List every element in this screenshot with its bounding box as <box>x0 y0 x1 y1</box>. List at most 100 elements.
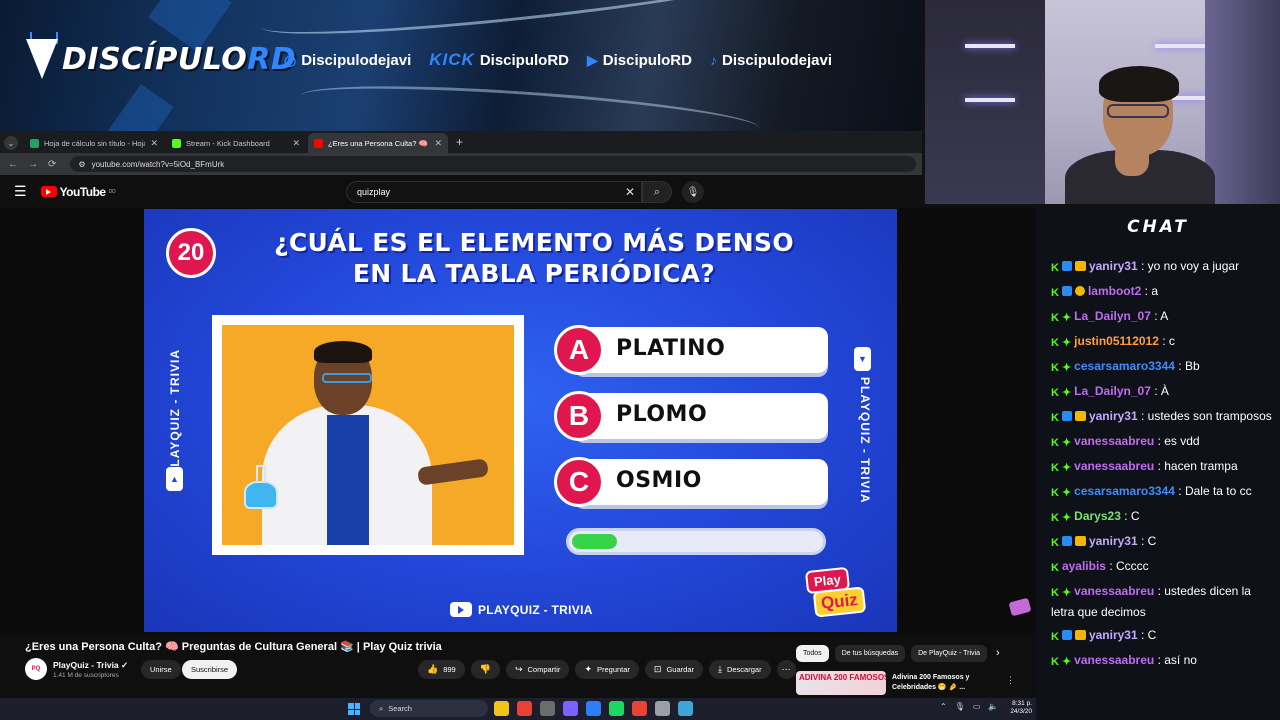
webcam-feed <box>922 0 1280 207</box>
voice-search-icon[interactable]: 🎙 <box>682 181 704 203</box>
video-player[interactable]: 20 ¿CUÁL ES EL ELEMENTO MÁS DENSO EN LA … <box>144 209 897 632</box>
chat-message: K ✦ vanessaabreu : ustedes dicen la letra … <box>1051 584 1251 619</box>
question-line-2: EN LA TABLA PERIÓDICA? <box>352 259 716 288</box>
back-icon[interactable]: ← <box>8 159 18 170</box>
save-button[interactable]: ⊡ Guardar <box>644 660 703 679</box>
chat-username[interactable]: ayalibis <box>1062 559 1106 573</box>
chat-username[interactable]: La_Dailyn_07 <box>1074 309 1151 323</box>
screen: DISCÍPULORD ◎ Discipulodejavi KICK Discipul… <box>0 0 1280 720</box>
chat-username[interactable]: yaniry31 <box>1089 259 1138 273</box>
channel-avatar[interactable]: PQ <box>25 658 47 680</box>
answer-text: PLOMO <box>616 402 708 427</box>
video-info: ¿Eres una Persona Culta? 🧠 Preguntas de … <box>0 633 1036 698</box>
chevron-right-icon[interactable]: › <box>996 647 1000 659</box>
social-link[interactable]: ▶ DiscipuloRD <box>587 52 692 69</box>
chat-username[interactable]: vanessaabreu <box>1074 653 1154 667</box>
clear-search-icon[interactable]: ✕ <box>625 185 635 199</box>
kick-badge-icon: K <box>1051 412 1059 424</box>
subscribe-button[interactable]: Suscribirse <box>182 660 238 679</box>
answer-letter: B <box>554 391 604 441</box>
sparkle-icon: ✦ <box>584 664 592 674</box>
chat-title: CHAT <box>1127 217 1189 237</box>
answer-option: B PLOMO <box>554 391 830 441</box>
moderator-badge-icon <box>1061 536 1072 546</box>
like-button[interactable]: 👍 899 <box>418 660 465 679</box>
tab-search-button[interactable]: ⌄ <box>4 136 18 150</box>
more-options-icon[interactable]: ⋮ <box>1006 675 1015 686</box>
join-button[interactable]: Unirse <box>141 660 181 679</box>
chat-username[interactable]: cesarsamaro3344 <box>1074 359 1175 373</box>
chat-username[interactable]: vanessaabreu <box>1074 459 1154 473</box>
social-link[interactable]: KICK DiscipuloRD <box>429 50 569 70</box>
taskbar-app-icon[interactable] <box>563 701 578 716</box>
answer-list: A PLATINO B PLOMO C OSMIO <box>554 325 830 523</box>
new-tab-icon[interactable]: + <box>456 135 463 149</box>
side-label-left: PLAYQUIZ - TRIVIA <box>168 349 182 476</box>
download-button[interactable]: ⤓ Descargar <box>708 660 771 679</box>
youtube-logo-text: YouTube <box>59 184 107 199</box>
close-tab-icon[interactable]: ✕ <box>434 138 442 149</box>
chat-text: C <box>1130 509 1140 523</box>
network-icon[interactable]: ▭ <box>973 702 981 711</box>
channel-name[interactable]: PlayQuiz - Trivia ✓ <box>53 660 128 671</box>
reload-icon[interactable]: ⟳ <box>48 159 56 170</box>
volume-icon[interactable]: 🔈 <box>988 702 998 711</box>
dislike-button[interactable]: 👎 <box>470 660 500 679</box>
browser-tab[interactable]: Hoja de cálculo sin título - Hoja ✕ <box>24 133 164 153</box>
kick-badge-icon: K <box>1051 337 1059 349</box>
filter-chip[interactable]: De PlayQuiz - Trivia <box>911 645 987 662</box>
chat-username[interactable]: Darys23 <box>1074 509 1121 523</box>
chat-username[interactable]: yaniry31 <box>1089 628 1138 642</box>
site-info-icon[interactable]: ⚙ <box>78 160 85 169</box>
filter-chip[interactable]: Todos <box>796 645 829 662</box>
chat-username[interactable]: justin05112012 <box>1074 334 1159 348</box>
taskbar-app-icon[interactable] <box>517 701 532 716</box>
social-link[interactable]: ♪ Discipulodejavi <box>710 52 832 69</box>
recommended-thumbnail: ADIVINA 200 FAMOSOS <box>796 671 886 695</box>
chat-username[interactable]: yaniry31 <box>1089 409 1138 423</box>
taskbar-app-icon[interactable] <box>609 701 624 716</box>
menu-icon[interactable]: ☰ <box>14 183 27 200</box>
tiktok-icon: ♪ <box>709 52 717 68</box>
taskbar-app-icon[interactable] <box>678 701 693 716</box>
mic-icon[interactable]: 🎙 <box>955 702 965 711</box>
search-button[interactable]: ⌕ <box>642 181 672 203</box>
chat-username[interactable]: vanessaabreu <box>1074 584 1154 598</box>
more-actions-icon[interactable]: ⋯ <box>776 660 796 679</box>
taskbar-search[interactable]: ⌕ Search <box>370 700 488 717</box>
chat-text: C <box>1147 534 1157 548</box>
timer-bar <box>566 528 826 555</box>
tab-bar: ⌄ Hoja de cálculo sin título - Hoja ✕ Stre… <box>0 131 922 153</box>
chat-username[interactable]: cesarsamaro3344 <box>1074 484 1175 498</box>
browser-tab[interactable]: ¿Eres una Persona Culta? 🧠 🔊 ✕ <box>308 133 448 153</box>
tab-label: ¿Eres una Persona Culta? 🧠 🔊 <box>328 138 430 148</box>
recommended-video[interactable]: ADIVINA 200 FAMOSOS Adivina 200 Famosos … <box>796 671 1016 695</box>
chat-text: C <box>1147 628 1157 642</box>
chat-username[interactable]: yaniry31 <box>1089 534 1138 548</box>
chat-username[interactable]: vanessaabreu <box>1074 434 1154 448</box>
filter-chip[interactable]: De tus búsquedas <box>834 645 906 662</box>
taskbar-app-icon[interactable] <box>494 701 509 716</box>
clock[interactable]: 8:31 p. 24/3/20 <box>1004 700 1032 716</box>
chat-username[interactable]: lamboot2 <box>1088 284 1141 298</box>
taskbar-app-icon[interactable] <box>655 701 670 716</box>
chevron-up-icon[interactable]: ⌃ <box>940 702 947 711</box>
browser-tab[interactable]: Stream - Kick Dashboard ✕ <box>166 133 306 153</box>
forward-icon[interactable]: → <box>28 159 38 170</box>
kick-badge-icon: K <box>1051 262 1059 274</box>
taskbar-app-icon[interactable] <box>586 701 601 716</box>
chat-username[interactable]: La_Dailyn_07 <box>1074 384 1151 398</box>
address-bar[interactable]: ⚙ youtube.com/watch?v=5iOd_BFmUrk <box>70 156 916 172</box>
taskbar-app-icon[interactable] <box>540 701 555 716</box>
taskbar-app-icon[interactable] <box>632 701 647 716</box>
close-tab-icon[interactable]: ✕ <box>292 138 300 149</box>
close-tab-icon[interactable]: ✕ <box>150 138 158 149</box>
banner-decoration <box>106 83 174 131</box>
start-icon[interactable] <box>348 703 360 715</box>
search-input[interactable]: quizplay ✕ <box>346 181 642 203</box>
ask-button[interactable]: ✦ Preguntar <box>575 660 639 679</box>
question-photo <box>212 315 524 555</box>
share-button[interactable]: ↪ Compartir <box>505 660 570 679</box>
social-link[interactable]: ◎ Discipulodejavi <box>284 52 411 69</box>
youtube-logo[interactable]: YouTube DO <box>40 184 116 199</box>
